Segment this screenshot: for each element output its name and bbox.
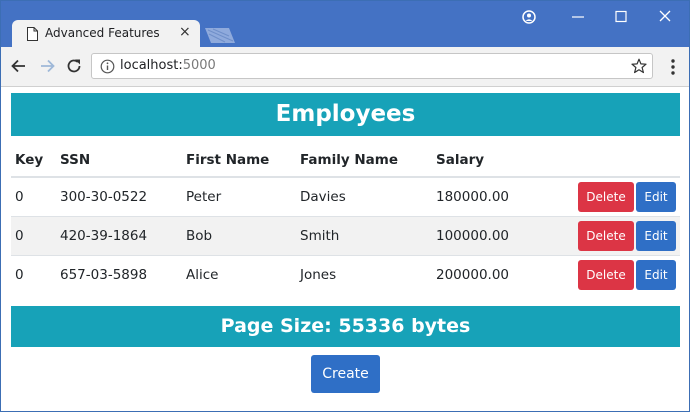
cell-actions: Delete Edit [562,215,680,255]
create-button[interactable]: Create [311,355,380,393]
edit-button[interactable]: Edit [636,259,676,290]
cell-actions: Delete Edit [562,176,680,216]
page-content: Employees Key SSN First Name Family Name… [1,88,689,411]
close-icon[interactable]: × [179,25,191,39]
table-row: 0 300-30-0522 Peter Davies 180000.00 Del… [11,176,680,216]
address-bar[interactable]: localhost:5000 [91,53,653,79]
info-icon[interactable] [100,59,115,74]
profile-icon[interactable] [521,7,537,27]
cell-first-name: Bob [182,215,296,255]
page-icon [27,27,38,41]
delete-button[interactable]: Delete [578,181,634,212]
cell-salary: 180000.00 [432,176,562,216]
tab-advanced-features[interactable]: Advanced Features × [12,20,200,47]
delete-button[interactable]: Delete [578,220,634,251]
column-header-actions [562,143,680,178]
table-row: 0 657-03-5898 Alice Jones 200000.00 Dele… [11,254,680,294]
url-text: localhost:5000 [120,58,216,73]
url-port: 5000 [182,58,216,73]
column-header-key: Key [11,143,56,178]
cell-ssn: 300-30-0522 [56,176,182,216]
forward-icon[interactable] [37,56,57,76]
cell-family-name: Smith [296,215,432,255]
edit-button[interactable]: Edit [636,181,676,212]
new-tab-icon[interactable] [205,28,235,43]
url-host: localhost: [120,58,183,73]
star-icon[interactable] [631,58,647,74]
page-size-banner: Page Size: 55336 bytes [11,306,680,347]
minimize-icon[interactable] [570,7,586,27]
menu-icon[interactable] [667,57,679,77]
reload-icon[interactable] [64,56,84,76]
table-row: 0 420-39-1864 Bob Smith 100000.00 Delete… [11,215,680,255]
close-window-icon[interactable] [657,7,673,27]
cell-family-name: Jones [296,254,432,294]
browser-window: Advanced Features × localhost:5000 Emplo… [0,0,690,412]
back-icon[interactable] [9,56,29,76]
cell-salary: 200000.00 [432,254,562,294]
tab-title: Advanced Features [45,26,160,40]
cell-actions: Delete Edit [562,254,680,294]
title-bar: Advanced Features × [1,1,689,47]
column-header-first-name: First Name [182,143,296,178]
cell-first-name: Peter [182,176,296,216]
browser-toolbar: localhost:5000 [1,47,689,87]
column-header-family-name: Family Name [296,143,432,178]
maximize-icon[interactable] [613,7,629,27]
cell-ssn: 420-39-1864 [56,215,182,255]
cell-ssn: 657-03-5898 [56,254,182,294]
cell-key: 0 [11,176,56,216]
cell-family-name: Davies [296,176,432,216]
column-header-ssn: SSN [56,143,182,178]
page-title: Employees [11,93,680,136]
delete-button[interactable]: Delete [578,259,634,290]
employees-table: Key SSN First Name Family Name Salary 0 … [11,143,680,294]
column-header-salary: Salary [432,143,562,178]
table-header-row: Key SSN First Name Family Name Salary [11,143,680,178]
cell-key: 0 [11,254,56,294]
cell-first-name: Alice [182,254,296,294]
cell-salary: 100000.00 [432,215,562,255]
cell-key: 0 [11,215,56,255]
edit-button[interactable]: Edit [636,220,676,251]
